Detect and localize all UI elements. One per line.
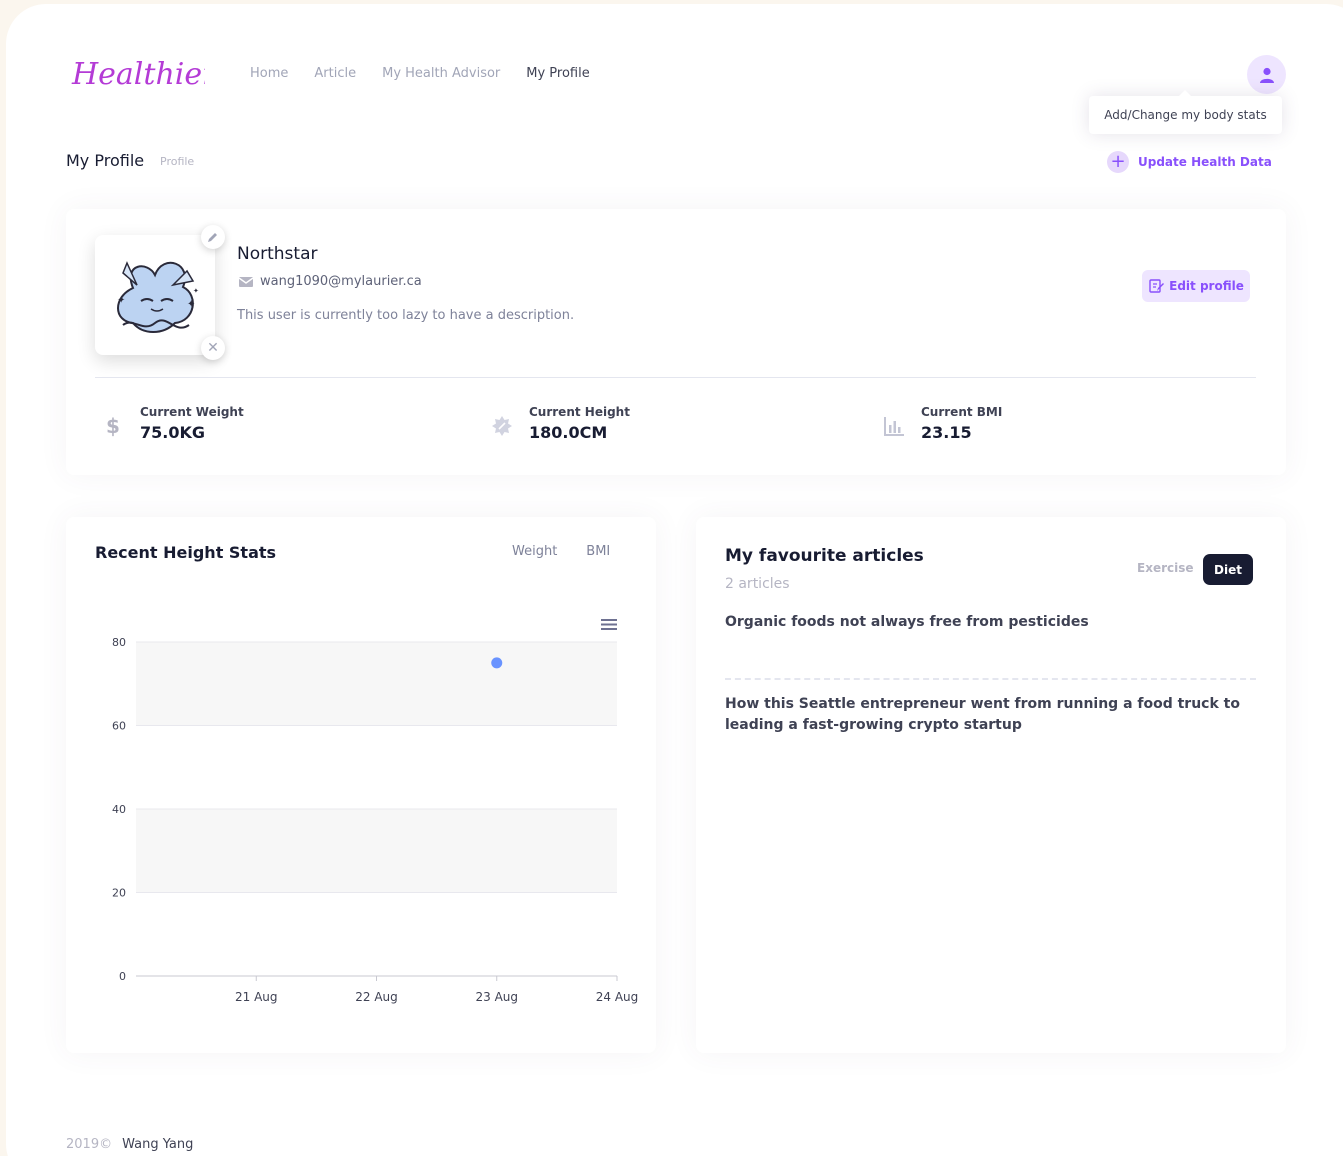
stat-bmi: Current BMI 23.15 [881, 405, 1002, 442]
articles-title: My favourite articles [725, 546, 924, 566]
y-tick-label: 40 [112, 803, 126, 816]
edit-document-icon [1149, 279, 1165, 293]
stat-height: Current Height 180.0CM [489, 405, 630, 442]
user-menu-button[interactable] [1247, 55, 1286, 94]
height-chart: 0 20 40 60 80 21 Aug 22 Aug 23 Aug 24 Aug [112, 619, 638, 1004]
y-tick-label: 0 [119, 970, 126, 983]
stat-height-label: Current Height [529, 405, 630, 419]
healthier-logo[interactable]: Healthier [70, 50, 205, 96]
user-description: This user is currently too lazy to have … [237, 308, 575, 323]
y-tick-label: 60 [112, 720, 126, 733]
update-health-data-button[interactable]: + Update Health Data [1107, 151, 1272, 173]
x-tick-label: 23 Aug [475, 990, 518, 1004]
data-point [491, 657, 503, 669]
nav-article[interactable]: Article [314, 66, 356, 81]
stat-weight-value: 75.0KG [140, 423, 206, 442]
y-tick-label: 80 [112, 636, 126, 649]
badge-icon [489, 413, 515, 439]
edit-profile-label: Edit profile [1169, 279, 1244, 293]
footer: 2019© Wang Yang [66, 1137, 193, 1152]
nav-health-advisor[interactable]: My Health Advisor [382, 66, 500, 81]
articles-count: 2 articles [725, 576, 790, 592]
dollar-icon: $ [106, 414, 120, 438]
x-tick-label: 24 Aug [596, 990, 639, 1004]
edit-avatar-button[interactable] [201, 225, 225, 249]
stat-weight-label: Current Weight [140, 405, 244, 419]
x-tick-label: 22 Aug [355, 990, 398, 1004]
top-nav: Home Article My Health Advisor My Profil… [250, 66, 590, 81]
footer-year: 2019© [66, 1137, 113, 1152]
stat-bmi-label: Current BMI [921, 405, 1003, 419]
article-divider [725, 678, 1256, 680]
svg-text:✦: ✦ [193, 287, 199, 295]
x-axis-ticks: 21 Aug 22 Aug 23 Aug 24 Aug [235, 976, 638, 1004]
svg-text:✦: ✦ [187, 299, 195, 310]
article-item[interactable]: Organic foods not always free from pesti… [725, 612, 1260, 633]
profile-divider [95, 377, 1256, 378]
remove-avatar-button[interactable]: ✕ [201, 336, 225, 360]
x-tick-label: 21 Aug [235, 990, 278, 1004]
article-item[interactable]: How this Seattle entrepreneur went from … [725, 694, 1260, 736]
tab-diet[interactable]: Diet [1203, 554, 1253, 585]
update-health-data-label: Update Health Data [1138, 155, 1272, 169]
avatar-image: ✦ ✦ ✦ [117, 261, 199, 333]
close-icon: ✕ [207, 340, 219, 356]
favourite-articles-card: My favourite articles 2 articles Exercis… [696, 517, 1286, 1053]
hamburger-menu-icon[interactable] [601, 619, 617, 630]
nav-home[interactable]: Home [250, 66, 288, 81]
footer-author[interactable]: Wang Yang [122, 1137, 193, 1152]
chart-band [136, 642, 617, 726]
user-email: wang1090@mylaurier.ca [238, 274, 422, 289]
height-stats-card: Recent Height Stats Weight BMI 0 20 40 60 80… [66, 517, 656, 1053]
svg-text:✦: ✦ [117, 295, 125, 306]
mail-icon [238, 276, 254, 287]
logo-text: Healthier [71, 57, 205, 92]
chart-band [136, 809, 617, 893]
user-name: Northstar [237, 244, 318, 264]
chart-bands [136, 642, 617, 893]
profile-avatar[interactable]: ✦ ✦ ✦ ✕ [95, 225, 225, 360]
breadcrumb[interactable]: Profile [160, 155, 194, 168]
nav-my-profile[interactable]: My Profile [526, 66, 589, 81]
page-title: My Profile [66, 151, 145, 170]
plus-icon: + [1107, 151, 1129, 173]
edit-profile-button[interactable]: Edit profile [1142, 270, 1250, 302]
user-email-text[interactable]: wang1090@mylaurier.ca [260, 274, 422, 289]
y-tick-label: 20 [112, 887, 126, 900]
y-axis-ticks: 0 20 40 60 80 [112, 636, 126, 983]
chart-points [491, 657, 503, 669]
user-icon [1259, 67, 1274, 83]
stat-bmi-value: 23.15 [921, 423, 972, 442]
pencil-icon [208, 233, 217, 242]
bar-chart-icon [881, 413, 907, 439]
stat-height-value: 180.0CM [529, 423, 608, 442]
stat-weight: $ Current Weight 75.0KG [100, 405, 244, 442]
tab-exercise[interactable]: Exercise [1137, 561, 1194, 575]
profile-card: ✦ ✦ ✦ ✕ Northstar wang1090@mylaurier.ca … [66, 209, 1286, 475]
body-stats-tooltip: Add/Change my body stats [1089, 90, 1282, 134]
